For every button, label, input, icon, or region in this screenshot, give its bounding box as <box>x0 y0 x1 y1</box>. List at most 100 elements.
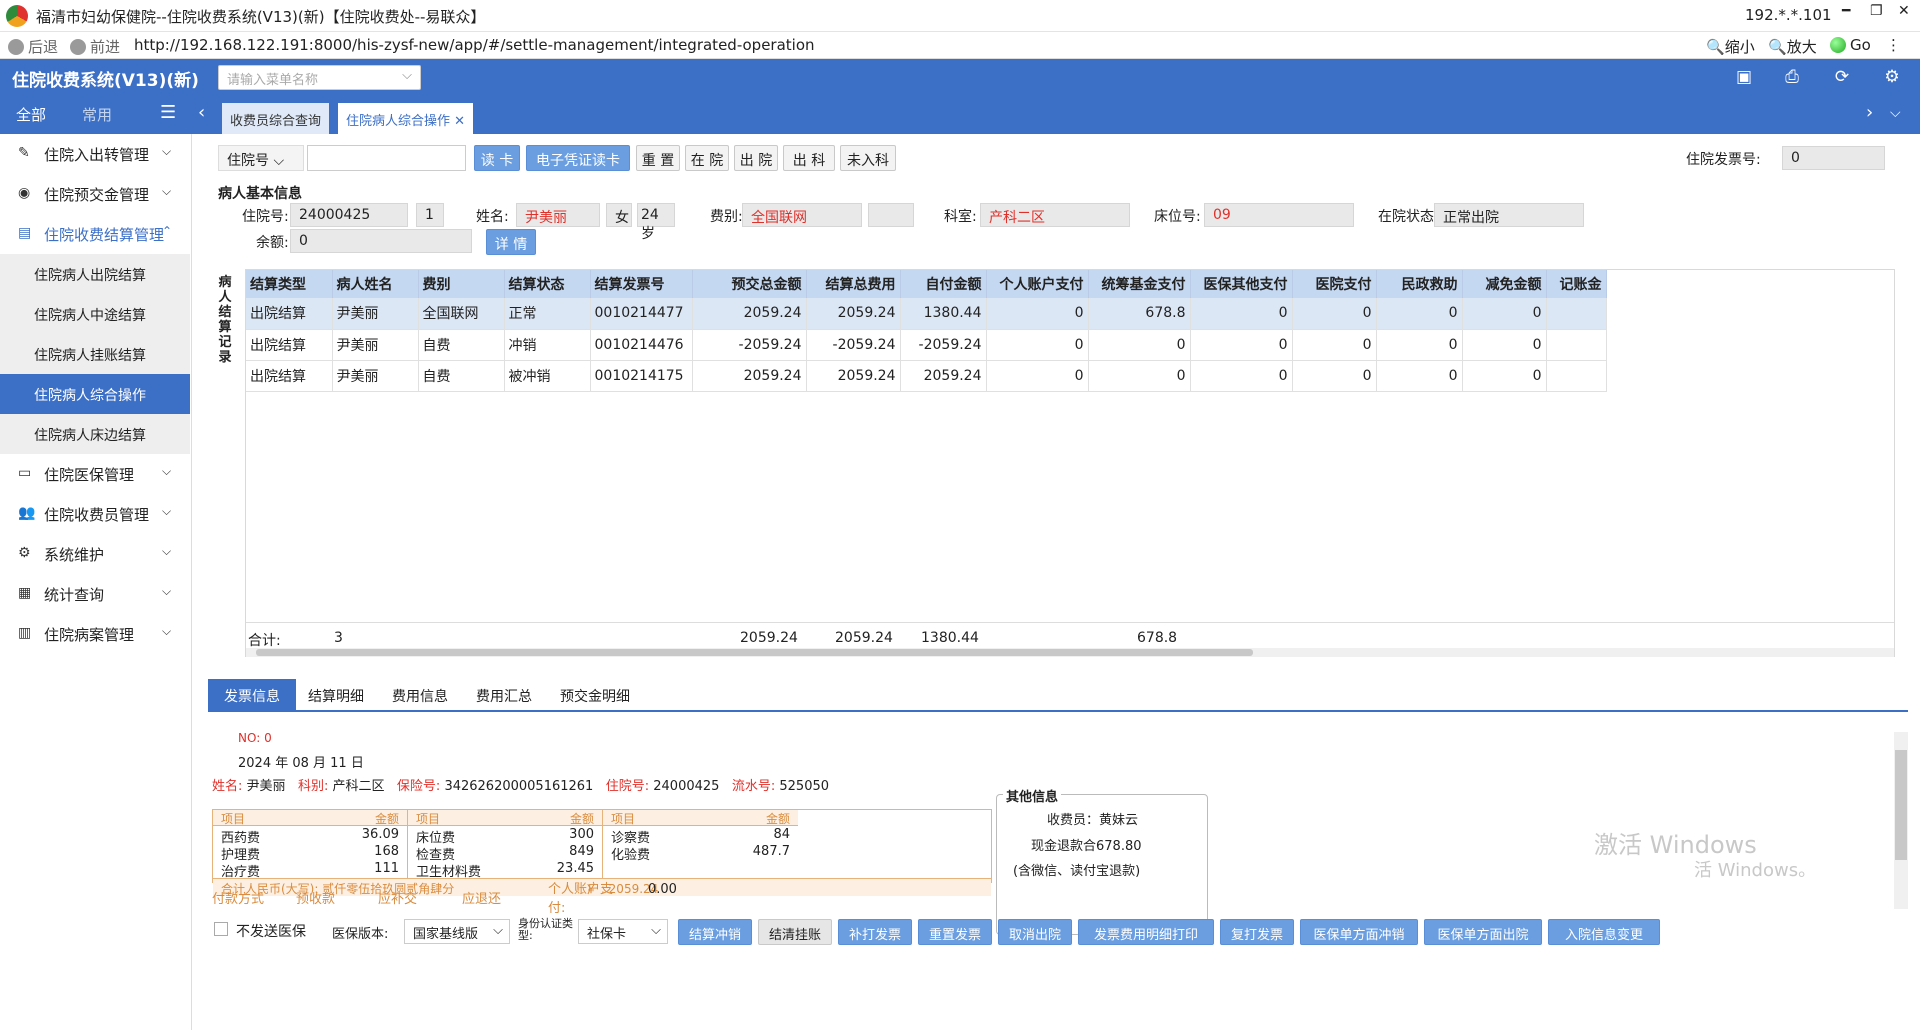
sidebar-item-records[interactable]: ▥ 住院病案管理 ⌵ <box>0 614 190 654</box>
id-type-select[interactable]: 社保卡 ⌵ <box>578 919 668 944</box>
read-card-button[interactable]: 读 卡 <box>474 145 520 171</box>
sidebar-sub-credit[interactable]: 住院病人挂账结算 <box>0 334 190 374</box>
grid-column-header[interactable]: 结算总费用 <box>806 270 901 298</box>
printer-icon[interactable]: ⎙ <box>1782 67 1802 87</box>
grid-column-header[interactable]: 结算发票号 <box>590 270 693 298</box>
invoice-detail-print-button[interactable]: 发票费用明细打印 <box>1078 919 1214 945</box>
close-tab-icon[interactable]: ✕ <box>454 114 465 129</box>
insurance-discharge-button[interactable]: 医保单方面出院 <box>1424 919 1542 945</box>
grid-column-header[interactable]: 记账金 <box>1546 270 1607 298</box>
name-field[interactable]: 尹美丽 <box>516 203 600 227</box>
tabs-right-arrow-icon[interactable]: › <box>1866 102 1873 123</box>
admission-times-field[interactable]: 1 <box>416 203 444 227</box>
version-select[interactable]: 国家基线版 ⌵ <box>404 919 510 944</box>
table-cell: 0 <box>986 298 1089 330</box>
tab-prepay-detail[interactable]: 预交金明细 <box>544 679 646 712</box>
back-button[interactable]: 后退 <box>8 36 58 57</box>
grid-column-header[interactable]: 病人姓名 <box>332 270 419 298</box>
go-button[interactable]: Go <box>1830 36 1871 54</box>
refresh-icon[interactable]: ⟳ <box>1832 67 1852 87</box>
tab-fee-summary[interactable]: 费用汇总 <box>460 679 548 712</box>
grid-column-header[interactable]: 医院支付 <box>1292 270 1377 298</box>
tab-all[interactable]: 全部 <box>16 104 46 125</box>
sidebar-item-prepayment[interactable]: ◉ 住院预交金管理 ⌵ <box>0 174 190 214</box>
sidebar-item-system[interactable]: ⚙ 系统维护 ⌵ <box>0 534 190 574</box>
fee-type-field[interactable]: 全国联网 <box>742 203 862 227</box>
hospno-search-input[interactable] <box>307 145 466 171</box>
more-icon[interactable]: ⋮ <box>1886 36 1901 54</box>
tab-fee-info[interactable]: 费用信息 <box>376 679 464 712</box>
hospno-search-label[interactable]: 住院号 ⌵ <box>218 145 304 171</box>
scroll-thumb[interactable] <box>256 649 1253 656</box>
scroll-thumb[interactable] <box>1895 750 1907 860</box>
screen-icon[interactable]: ▣ <box>1734 67 1754 87</box>
discharged-button[interactable]: 出 院 <box>734 145 778 171</box>
settings-icon[interactable]: ⚙ <box>1882 67 1902 87</box>
sidebar-item-admission[interactable]: ✎ 住院入出转管理 ⌵ <box>0 134 190 174</box>
detail-button[interactable]: 详 情 <box>486 229 536 255</box>
tab-cashier-query[interactable]: 收费员综合查询 <box>222 103 330 134</box>
grid-column-header[interactable]: 个人账户支付 <box>986 270 1089 298</box>
tab-common[interactable]: 常用 <box>82 104 112 125</box>
no-send-checkbox[interactable] <box>214 922 228 936</box>
insurance-reverse-button[interactable]: 医保单方面冲销 <box>1300 919 1418 945</box>
restore-icon[interactable]: ❐ <box>1870 3 1883 19</box>
reset-button[interactable]: 重 置 <box>636 145 680 171</box>
grid-column-header[interactable]: 结算类型 <box>246 270 333 298</box>
invoice-vertical-scrollbar[interactable] <box>1894 732 1908 909</box>
sidebar-item-settlement[interactable]: ▤ 住院收费结算管理 ⌃ <box>0 214 190 254</box>
grid-column-header[interactable]: 医保其他支付 <box>1190 270 1293 298</box>
tab-settlement-detail[interactable]: 结算明细 <box>292 679 380 712</box>
grid-column-header[interactable]: 费别 <box>418 270 505 298</box>
zoom-in-button[interactable]: 🔍放大 <box>1768 36 1817 57</box>
grid-column-header[interactable]: 自付金额 <box>900 270 987 298</box>
sidebar-item-statistics[interactable]: ▦ 统计查询 ⌵ <box>0 574 190 614</box>
table-row[interactable]: 出院结算 尹美丽 全国联网 正常 0010214477 2059.24 2059.24 138… <box>246 298 1607 330</box>
dept-field[interactable]: 产科二区 <box>980 203 1130 227</box>
settle-reverse-button[interactable]: 结算冲销 <box>678 919 752 945</box>
table-row[interactable]: 出院结算 尹美丽 自费 冲销 0010214476 -2059.24 -2059.24 -20… <box>246 329 1607 361</box>
close-icon[interactable]: ✕ <box>1898 3 1910 19</box>
url-field[interactable]: http://192.168.122.191:8000/his-zysf-new… <box>134 36 815 54</box>
grid-column-header[interactable]: 减免金额 <box>1462 270 1547 298</box>
reset-invoice-button[interactable]: 重置发票 <box>918 919 992 945</box>
zoom-out-button[interactable]: 🔍缩小 <box>1706 36 1755 57</box>
grid-column-header[interactable]: 结算状态 <box>504 270 591 298</box>
out-dept-button[interactable]: 出 科 <box>783 145 835 171</box>
balance-field[interactable]: 0 <box>290 229 472 253</box>
age-field[interactable]: 24岁 <box>637 203 675 242</box>
menu-search-input[interactable]: 请输入菜单名称 ⌵ <box>218 65 421 90</box>
not-admitted-button[interactable]: 未入科 <box>840 145 896 171</box>
tabs-menu-icon[interactable]: ⌵ <box>1890 105 1901 121</box>
tab-integrated-operation[interactable]: 住院病人综合操作 ✕ <box>338 103 474 134</box>
menu-toggle-icon[interactable]: ☰ <box>160 102 176 123</box>
tabs-left-arrow-icon[interactable]: ‹ <box>198 102 205 123</box>
tab-invoice-info[interactable]: 发票信息 <box>208 679 296 712</box>
grid-column-header[interactable]: 预交总金额 <box>692 270 807 298</box>
reprint-invoice-button[interactable]: 补打发票 <box>838 919 912 945</box>
e-voucher-read-button[interactable]: 电子凭证读卡 <box>526 145 630 171</box>
hospno-field[interactable]: 24000425 <box>290 203 408 227</box>
admission-change-button[interactable]: 入院信息变更 <box>1548 919 1660 945</box>
in-hospital-button[interactable]: 在 院 <box>685 145 729 171</box>
table-row[interactable]: 出院结算 尹美丽 自费 被冲销 0010214175 2059.24 2059.24 2059… <box>246 360 1607 392</box>
grid-column-header[interactable]: 民政救助 <box>1376 270 1463 298</box>
sidebar-sub-midway[interactable]: 住院病人中途结算 <box>0 294 190 334</box>
sidebar-sub-bedside[interactable]: 住院病人床边结算 <box>0 414 190 454</box>
minimize-icon[interactable]: ━ <box>1842 3 1850 19</box>
sidebar-item-cashier[interactable]: 👥 住院收费员管理 ⌵ <box>0 494 190 534</box>
sex-field[interactable]: 女 <box>606 203 632 227</box>
grid-horizontal-scrollbar[interactable] <box>246 648 1894 657</box>
forward-button[interactable]: 前进 <box>70 36 120 57</box>
grid-column-header[interactable]: 统筹基金支付 <box>1088 270 1191 298</box>
status-field[interactable]: 正常出院 <box>1434 203 1584 227</box>
sidebar-item-insurance[interactable]: ▭ 住院医保管理 ⌵ <box>0 454 190 494</box>
sidebar-sub-discharge[interactable]: 住院病人出院结算 <box>0 254 190 294</box>
repeat-print-button[interactable]: 复打发票 <box>1220 919 1294 945</box>
bed-field[interactable]: 09 <box>1204 203 1354 227</box>
cancel-discharge-button[interactable]: 取消出院 <box>998 919 1072 945</box>
invoice-no-field[interactable]: 0 <box>1782 146 1885 170</box>
sidebar-sub-integrated[interactable]: 住院病人综合操作 <box>0 374 190 414</box>
fee-type-extra-field[interactable] <box>868 203 914 227</box>
clear-credit-button[interactable]: 结清挂账 <box>758 919 832 945</box>
